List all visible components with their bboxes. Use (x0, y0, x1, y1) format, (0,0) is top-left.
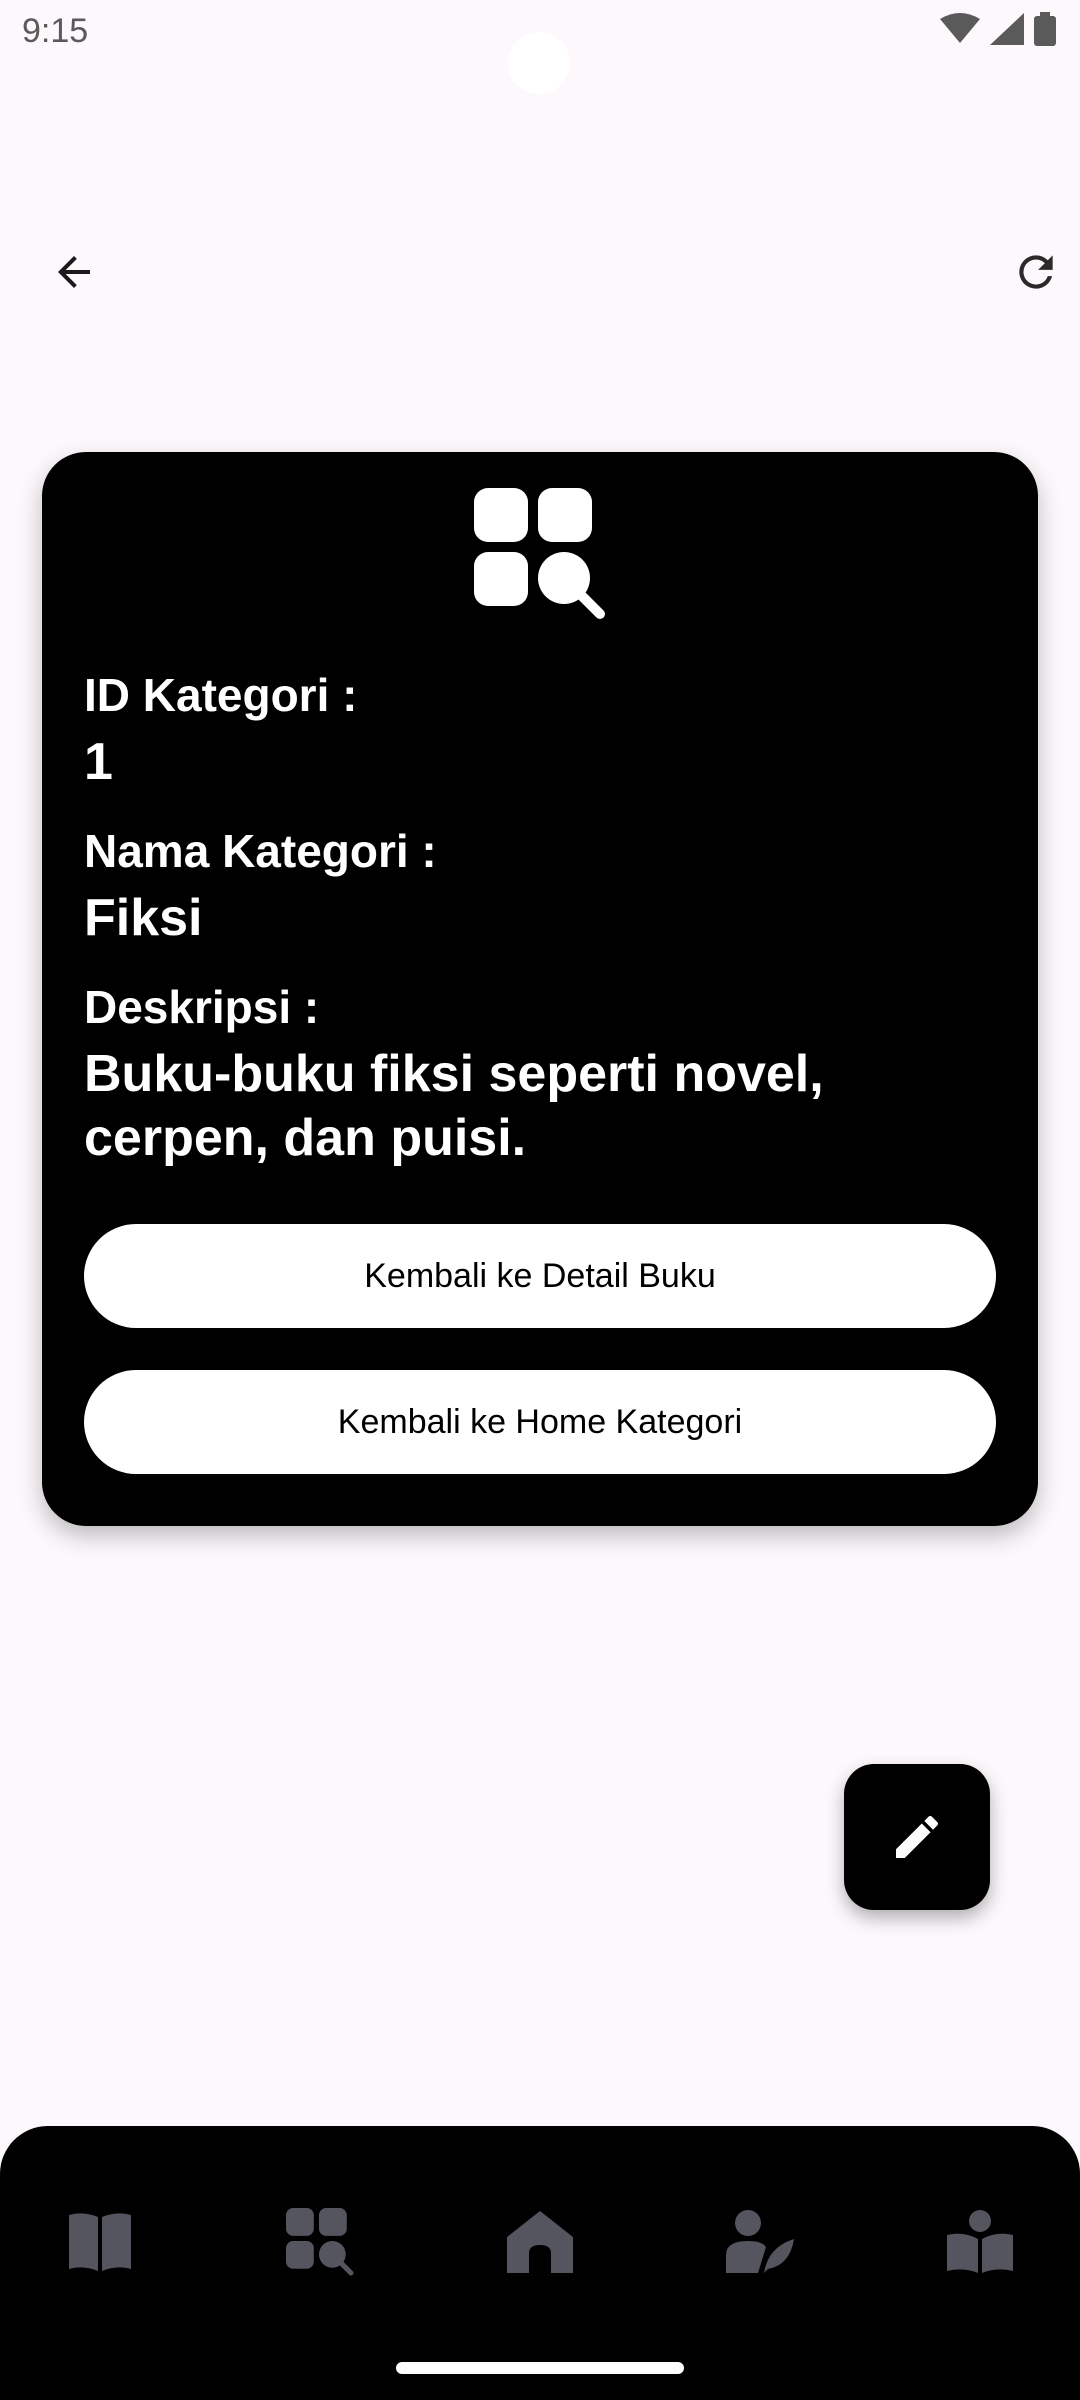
description-label: Deskripsi : (84, 981, 320, 1033)
nav-readers[interactable] (932, 2194, 1028, 2290)
nav-home[interactable] (492, 2194, 588, 2290)
status-icons (940, 12, 1056, 46)
battery-icon (1034, 12, 1056, 46)
home-indicator (396, 2362, 684, 2374)
signal-icon (990, 13, 1024, 45)
bottom-navigation (0, 2126, 1080, 2400)
wifi-icon (940, 13, 980, 43)
arrow-back-icon (58, 256, 90, 288)
id-value: 1 (84, 733, 113, 791)
name-label: Nama Kategori : (84, 825, 437, 877)
edit-fab[interactable] (844, 1764, 990, 1910)
back-button[interactable] (34, 232, 114, 312)
refresh-button[interactable] (996, 232, 1076, 312)
nav-books[interactable] (52, 2194, 148, 2290)
back-to-book-detail-button[interactable]: Kembali ke Detail Buku (84, 1224, 996, 1328)
category-detail-card: ID Kategori : 1 Nama Kategori : Fiksi De… (42, 452, 1038, 1526)
id-label: ID Kategori : (84, 669, 358, 721)
home-icon (507, 2211, 573, 2273)
status-time: 9:15 (22, 12, 89, 50)
back-to-category-home-button[interactable]: Kembali ke Home Kategori (84, 1370, 996, 1474)
description-value: Buku-buku fiksi seperti novel, cerpen, d… (84, 1045, 824, 1167)
name-value: Fiksi (84, 889, 203, 947)
category-search-icon (286, 2208, 354, 2276)
book-open-icon (69, 2213, 131, 2271)
nav-categories[interactable] (272, 2194, 368, 2290)
refresh-icon (1019, 255, 1053, 289)
edit-pencil-icon (896, 1815, 939, 1858)
category-search-icon (474, 488, 605, 619)
nav-authors[interactable] (712, 2194, 808, 2290)
reader-book-icon (947, 2210, 1013, 2273)
status-bar: 9:15 (0, 0, 1080, 94)
author-writer-icon (726, 2210, 794, 2273)
camera-cutout (508, 32, 570, 94)
